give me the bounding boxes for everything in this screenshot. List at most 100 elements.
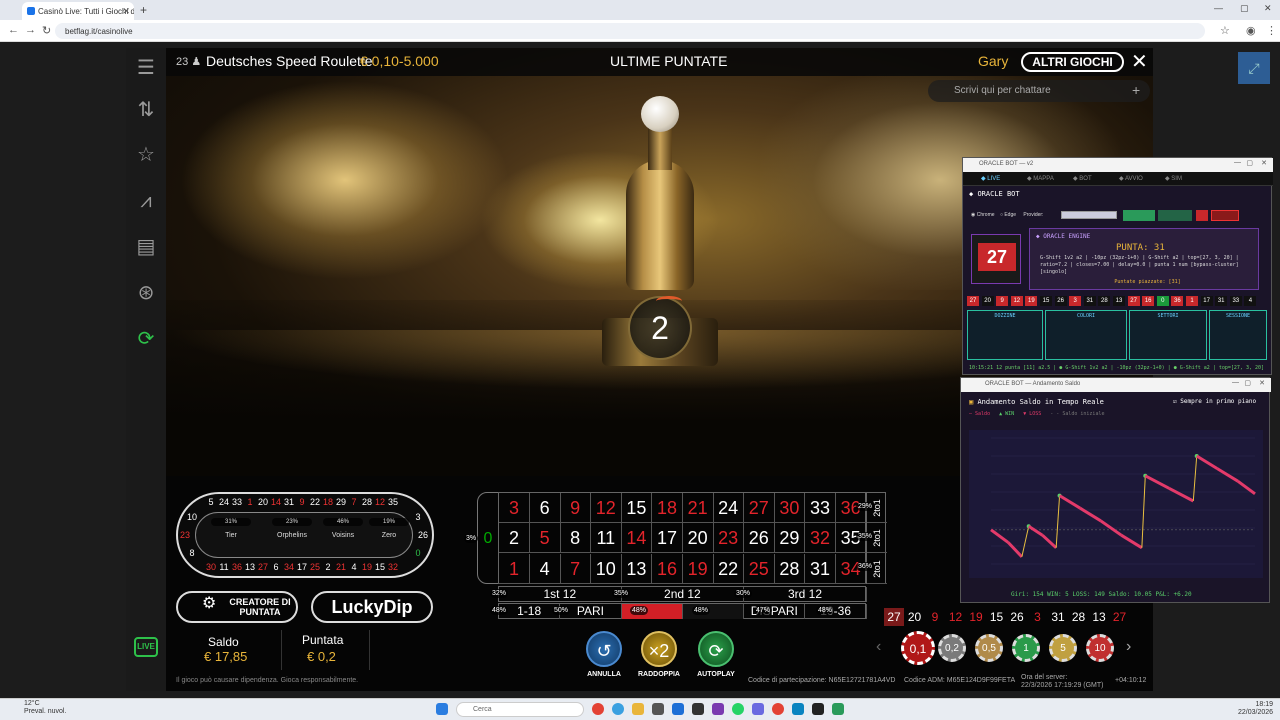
close-window-icon[interactable]: ✕ <box>1264 3 1272 14</box>
favorites-star-icon[interactable]: ☆ <box>133 142 159 168</box>
app-icon[interactable] <box>752 703 764 715</box>
chip-0-2[interactable]: 0,2 <box>938 634 966 662</box>
minimize-icon[interactable]: — <box>1232 379 1239 386</box>
edge-radio[interactable]: ○ Edge <box>1000 212 1016 218</box>
maximize-icon[interactable]: ▢ <box>1246 159 1253 167</box>
number-cell[interactable]: 27 <box>743 493 775 523</box>
number-cell[interactable]: 5 <box>529 523 561 554</box>
number-cell[interactable]: 16 <box>652 553 683 584</box>
forward-icon[interactable]: → <box>25 24 36 36</box>
racetrack-number[interactable]: 0 <box>412 548 424 558</box>
number-cell[interactable]: 23 <box>713 523 745 554</box>
wheel-icon[interactable]: ⊛ <box>133 280 159 306</box>
number-cell[interactable]: 24 <box>713 493 745 523</box>
minimize-icon[interactable]: — <box>1214 3 1223 13</box>
dozen-bet[interactable]: 3rd 12 <box>744 587 867 602</box>
new-tab-button[interactable]: + <box>140 3 147 17</box>
racetrack-number[interactable]: 1 <box>244 497 256 507</box>
edge-icon[interactable] <box>612 703 624 715</box>
number-cell[interactable]: 1 <box>499 553 530 584</box>
racetrack-number[interactable]: 18 <box>322 497 334 507</box>
store-icon[interactable] <box>652 703 664 715</box>
number-cell[interactable]: 11 <box>590 523 622 554</box>
oracle-tab-bot[interactable]: ◆ BOT <box>1073 175 1092 182</box>
racetrack-number[interactable]: 2 <box>322 562 334 572</box>
close-tab-icon[interactable]: ✕ <box>122 6 130 17</box>
app-icon[interactable] <box>832 703 844 715</box>
number-cell[interactable]: 26 <box>743 523 775 554</box>
close-icon[interactable]: ✕ <box>1261 159 1267 167</box>
number-cell[interactable]: 31 <box>805 553 836 584</box>
chip-0-1[interactable]: 0,1 <box>901 631 935 665</box>
autoplay-button[interactable]: ⟳ <box>698 631 734 667</box>
mail-icon[interactable] <box>672 703 684 715</box>
racetrack-number[interactable]: 8 <box>186 548 198 558</box>
number-cell[interactable]: 33 <box>805 493 836 523</box>
undo-button[interactable]: ↺ <box>586 631 622 667</box>
connect-button[interactable] <box>1123 210 1155 221</box>
bet-creator-button[interactable]: ⚙ CREATORE DI PUNTATA <box>176 591 298 623</box>
racetrack-number[interactable]: 24 <box>218 497 230 507</box>
number-cell[interactable]: 19 <box>682 553 714 584</box>
weather-widget[interactable]: 12°C Preval. nuvol. <box>24 700 66 716</box>
racetrack-section-voisins[interactable]: Voisins <box>323 532 363 539</box>
history-icon[interactable]: ▤ <box>133 234 159 260</box>
minimize-icon[interactable]: — <box>1234 159 1241 166</box>
racetrack-number[interactable]: 17 <box>296 562 308 572</box>
start-button[interactable] <box>1158 210 1192 221</box>
windows-start-icon[interactable] <box>436 703 448 715</box>
racetrack-section-tier[interactable]: Tier <box>211 532 251 539</box>
racetrack-number[interactable]: 12 <box>374 497 386 507</box>
racetrack-number[interactable]: 5 <box>205 497 217 507</box>
browser-tab[interactable]: Casinò Live: Tutti i Giochi del C ✕ <box>22 2 134 20</box>
number-cell[interactable]: 9 <box>560 493 592 523</box>
racetrack-number[interactable]: 29 <box>335 497 347 507</box>
reload-icon[interactable]: ↻ <box>42 24 51 37</box>
racetrack-number[interactable]: 23 <box>179 530 191 540</box>
number-cell[interactable]: 28 <box>774 553 806 584</box>
racetrack-number[interactable]: 7 <box>348 497 360 507</box>
chrome-radio[interactable]: ◉ Chrome <box>971 212 995 218</box>
racetrack-number[interactable]: 9 <box>296 497 308 507</box>
chevron-right-icon[interactable]: › <box>1126 638 1131 656</box>
maximize-icon[interactable]: ▢ <box>1240 3 1249 14</box>
number-cell[interactable]: 10 <box>590 553 622 584</box>
number-cell[interactable]: 32 <box>805 523 836 554</box>
always-on-top-checkbox[interactable]: ☑ Sempre in primo piano <box>1173 398 1256 405</box>
chat-add-icon[interactable]: + <box>1132 82 1140 98</box>
racetrack-number[interactable]: 19 <box>361 562 373 572</box>
chip-0-5[interactable]: 0,5 <box>975 634 1003 662</box>
oracle-tab-sim[interactable]: ◆ SIM <box>1165 175 1182 182</box>
autoplay-sidebar-icon[interactable]: ⟳ <box>133 326 159 352</box>
racetrack-number[interactable]: 30 <box>205 562 217 572</box>
live-icon[interactable]: LIVE <box>134 637 158 657</box>
racetrack-number[interactable]: 4 <box>348 562 360 572</box>
number-cell[interactable]: 14 <box>621 523 653 554</box>
menu-icon[interactable]: ⋮ <box>1266 24 1277 37</box>
racetrack-number[interactable]: 15 <box>374 562 386 572</box>
number-cell[interactable]: 12 <box>590 493 622 523</box>
chrome-icon[interactable] <box>592 703 604 715</box>
number-cell[interactable]: 2 <box>499 523 530 554</box>
number-cell[interactable]: 17 <box>652 523 683 554</box>
racetrack-number[interactable]: 32 <box>387 562 399 572</box>
whatsapp-icon[interactable] <box>732 703 744 715</box>
racetrack-number[interactable]: 35 <box>387 497 399 507</box>
hamburger-menu-icon[interactable]: ☰ <box>133 55 159 81</box>
app-icon[interactable] <box>792 703 804 715</box>
number-cell[interactable]: 3 <box>499 493 530 523</box>
sort-icon[interactable]: ⇅ <box>133 97 159 123</box>
close-icon[interactable]: ✕ <box>1259 379 1265 387</box>
url-field[interactable]: betflag.it/casinolive <box>55 23 1205 39</box>
number-cell[interactable]: 15 <box>621 493 653 523</box>
number-cell[interactable]: 8 <box>560 523 592 554</box>
racetrack-number[interactable]: 26 <box>417 530 429 540</box>
chrome-icon[interactable] <box>772 703 784 715</box>
racetrack-number[interactable]: 25 <box>309 562 321 572</box>
number-cell[interactable]: 22 <box>713 553 745 584</box>
app-icon[interactable] <box>712 703 724 715</box>
racetrack-number[interactable]: 14 <box>270 497 282 507</box>
racetrack-number[interactable]: 21 <box>335 562 347 572</box>
even-money-bet[interactable]: 1-18 <box>499 604 561 619</box>
lucky-dip-button[interactable]: LuckyDip <box>311 591 433 623</box>
